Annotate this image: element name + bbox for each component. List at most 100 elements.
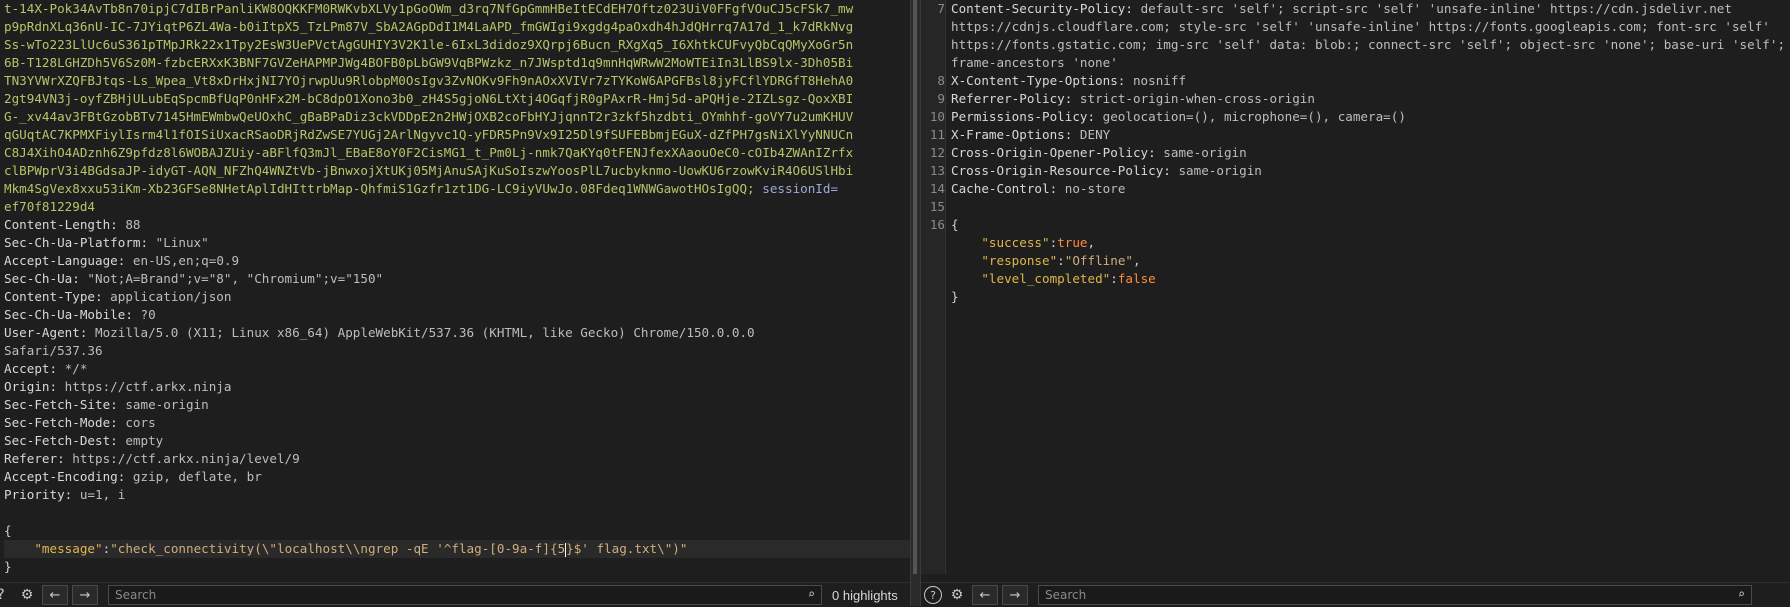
header-line: Origin: https://ctf.arkx.ninja (4, 378, 910, 396)
json-open: { (951, 217, 959, 232)
header-value: same-origin (117, 397, 209, 412)
scrollbar-thumb[interactable] (913, 0, 917, 574)
cookie-line: Mkm4SgVex8xxu53iKm-Xb23GFSe8NHetAplIdHIt… (4, 180, 910, 198)
header-value: Mozilla/5.0 (X11; Linux x86_64) AppleWeb… (87, 325, 755, 340)
help-icon[interactable]: ? (924, 586, 942, 604)
header-name: Cross-Origin-Resource-Policy: (951, 163, 1171, 178)
header-value: https://ctf.arkx.ninja (57, 379, 232, 394)
cookie-line: 6B-T128LGHZDh5V6Sz0M-fzbcERXxK3BNF7GVZeH… (4, 54, 910, 72)
response-search-field[interactable]: ⌕ (1038, 585, 1752, 605)
body-open: { (4, 523, 12, 538)
request-search-input[interactable] (109, 588, 821, 602)
line-number: 9 (937, 91, 945, 106)
cookie-text: C8J4XihO4ADznh6Z9pfdz8l6WOBAJZUiy-aBFlfQ… (4, 145, 854, 160)
response-header-line: 15 (921, 198, 1790, 216)
request-editor[interactable]: t-14X-Pok34AvTb8n70ipjC7dIBrPanliKW8OQKK… (0, 0, 910, 574)
header-name: Content-Length: (4, 217, 118, 232)
request-search-field[interactable]: ⌕ (108, 585, 822, 605)
cookie-line: 2gt94VN3j-oyfZBHjULubEqSpcmBfUqP0nHFx2M-… (4, 90, 910, 108)
request-lines: t-14X-Pok34AvTb8n70ipjC7dIBrPanliKW8OQKK… (4, 0, 910, 574)
line-number: 15 (929, 199, 945, 214)
session-value: ef70f81229d4 (4, 199, 95, 214)
help-icon[interactable]: ? (0, 585, 12, 605)
header-line: Sec-Ch-Ua-Mobile: ?0 (4, 306, 910, 324)
header-line: Accept-Encoding: gzip, deflate, br (4, 468, 910, 486)
header-line: Content-Length: 88 (4, 216, 910, 234)
prev-match-button[interactable]: ← (42, 585, 68, 605)
cookie-text: clBPWprV3i4BGdsaJP-idyGT-AQN_NFZhQ4WNZtV… (4, 163, 854, 178)
line-number: 8 (937, 73, 945, 88)
response-header-line: 12 Cross-Origin-Opener-Policy: same-origi… (921, 144, 1790, 162)
header-value: gzip, deflate, br (125, 469, 262, 484)
header-line: User-Agent: Mozilla/5.0 (X11; Linux x86_… (4, 324, 910, 342)
prev-match-button[interactable]: ← (972, 585, 998, 605)
cookie-line: t-14X-Pok34AvTb8n70ipjC7dIBrPanliKW8OQKK… (4, 0, 910, 18)
header-value: 88 (117, 217, 141, 232)
request-search-bar: ? ⚙ ← → ⌕ 0 highlights (0, 582, 910, 607)
json-value-after-caret: }$' flag.txt\")" (566, 541, 688, 556)
response-search-bar: ? ⚙ ← → ⌕ (921, 582, 1790, 607)
search-icon: ⌕ (807, 587, 815, 601)
search-icon: ⌕ (1737, 587, 1745, 601)
header-name: Content-Security-Policy: (951, 1, 1133, 16)
header-name: Content-Type: (4, 289, 103, 304)
cookie-text: 2gt94VN3j-oyfZBHjULubEqSpcmBfUqP0nHFx2M-… (4, 91, 854, 106)
next-match-button[interactable]: → (1002, 585, 1028, 605)
header-name: Referrer-Policy: (951, 91, 1073, 106)
header-value: https://cdnjs.cloudflare.com; style-src … (951, 19, 1770, 34)
cookie-text: t-14X-Pok34AvTb8n70ipjC7dIBrPanliKW8OQKK… (4, 1, 854, 16)
cookie-text: Ss-wTo223LlUc6uS361pTMpJRk22x1Tpy2EsW3Ue… (4, 37, 854, 52)
header-value: https://fonts.gstatic.com; img-src 'self… (951, 37, 1786, 52)
header-value: same-origin (1155, 145, 1247, 160)
header-name: User-Agent: (4, 325, 88, 340)
header-value: u=1, i (72, 487, 126, 502)
pane-divider[interactable] (910, 0, 921, 606)
header-line: Priority: u=1, i (4, 486, 910, 504)
gear-icon[interactable]: ⚙ (16, 585, 38, 605)
header-name: Sec-Ch-Ua-Mobile: (4, 307, 133, 322)
header-name: Sec-Fetch-Mode: (4, 415, 118, 430)
json-value-before-caret: "check_connectivity(\"localhost\\ngrep -… (110, 541, 566, 556)
json-value: true (1057, 235, 1088, 250)
header-name: Sec-Fetch-Site: (4, 397, 118, 412)
line-number: 16 (929, 217, 945, 232)
cookie-line: clBPWprV3i4BGdsaJP-idyGT-AQN_NFZhQ4WNZtV… (4, 162, 910, 180)
body-close: } (4, 559, 12, 574)
cookie-line: TN3YVWrXZQFBJtqs-Ls_Wpea_Vt8xDrHxjNI7YOj… (4, 72, 910, 90)
cookie-line: qGUqtAC7KPMXFiylIsrm4l1fOISiUxacRSaoDRjR… (4, 126, 910, 144)
header-name: Sec-Ch-Ua-Platform: (4, 235, 149, 250)
line-number: 13 (929, 163, 945, 178)
header-value: application/json (102, 289, 232, 304)
header-name: Sec-Ch-Ua: (4, 271, 80, 286)
header-value: ?0 (132, 307, 156, 322)
line-number: 12 (929, 145, 945, 160)
cookie-text: Mkm4SgVex8xxu53iKm-Xb23GFSe8NHetAplIdHIt… (4, 181, 755, 196)
response-header-line: frame-ancestors 'none' (921, 54, 1790, 72)
cookie-text: p9pRdnXLq36nU-IC-7JYiqtP6ZL4Wa-b0iItpX5_… (4, 19, 854, 34)
header-value: "Linux" (148, 235, 209, 250)
header-value: cors (117, 415, 156, 430)
json-key: "level_completed" (981, 271, 1111, 286)
response-header-line: 14 Cache-Control: no-store (921, 180, 1790, 198)
cookie-line: G-_xv44av3FBtGzobBTv7145HmEWmbwQeUOxhC_g… (4, 108, 910, 126)
response-header-line: 7 Content-Security-Policy: default-src 's… (921, 0, 1790, 18)
next-match-button[interactable]: → (72, 585, 98, 605)
session-key: sessionId= (762, 181, 839, 196)
highlights-count: 0 highlights (832, 587, 898, 603)
response-viewer[interactable]: 7 Content-Security-Policy: default-src 's… (921, 0, 1790, 574)
json-open-line: 16 { (921, 216, 1790, 234)
gear-icon[interactable]: ⚙ (946, 585, 968, 605)
header-name: X-Content-Type-Options: (951, 73, 1126, 88)
body-message-line[interactable]: "message":"check_connectivity(\"localhos… (4, 540, 910, 558)
header-value: nosniff (1125, 73, 1187, 88)
response-search-input[interactable] (1039, 588, 1751, 602)
header-line: Sec-Fetch-Site: same-origin (4, 396, 910, 414)
response-header-line: 11 X-Frame-Options: DENY (921, 126, 1790, 144)
header-value: geolocation=(), microphone=(), camera=() (1095, 109, 1406, 124)
json-entry: "response":"Offline", (981, 253, 1141, 268)
header-name: Priority: (4, 487, 73, 502)
header-line: Content-Type: application/json (4, 288, 910, 306)
header-line: Safari/537.36 (4, 342, 910, 360)
header-value: same-origin (1170, 163, 1262, 178)
